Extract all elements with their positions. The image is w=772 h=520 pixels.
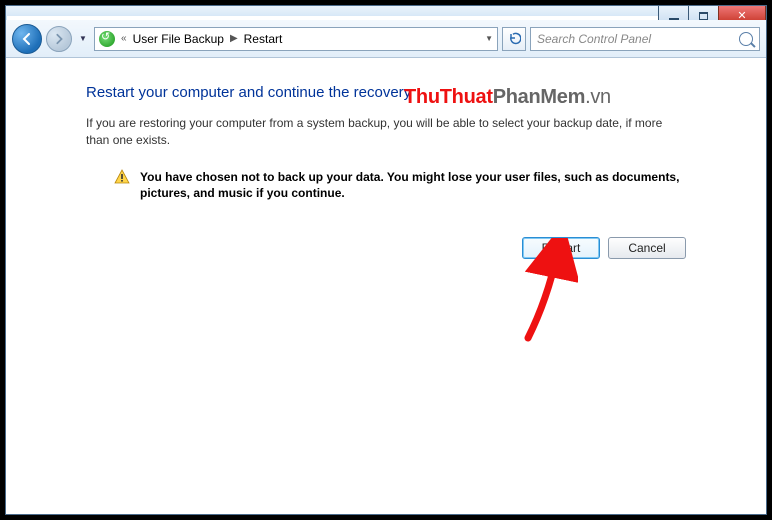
page-description: If you are restoring your computer from … bbox=[86, 115, 686, 149]
breadcrumb-item-2[interactable]: Restart bbox=[244, 32, 283, 46]
restart-button[interactable]: Restart bbox=[522, 237, 600, 259]
address-bar[interactable]: « User File Backup ▶ Restart ▼ bbox=[94, 27, 498, 51]
back-button[interactable] bbox=[12, 24, 42, 54]
refresh-icon bbox=[507, 32, 521, 46]
warning-block: You have chosen not to back up your data… bbox=[114, 169, 686, 201]
watermark-part-1: ThuThuat bbox=[404, 86, 493, 108]
navigation-bar: ▼ « User File Backup ▶ Restart ▼ Search … bbox=[6, 20, 766, 58]
nav-history-dropdown[interactable]: ▼ bbox=[76, 34, 90, 43]
search-placeholder: Search Control Panel bbox=[537, 32, 651, 46]
titlebar bbox=[6, 6, 766, 16]
watermark-part-3: Mem bbox=[540, 86, 585, 108]
watermark-part-4: .vn bbox=[585, 86, 611, 108]
cancel-button[interactable]: Cancel bbox=[608, 237, 686, 259]
arrow-left-icon bbox=[20, 32, 34, 46]
forward-button[interactable] bbox=[46, 26, 72, 52]
button-row: Restart Cancel bbox=[86, 237, 686, 259]
warning-text: You have chosen not to back up your data… bbox=[140, 169, 686, 201]
search-input[interactable]: Search Control Panel bbox=[530, 27, 760, 51]
breadcrumb-chevron: « bbox=[121, 33, 127, 44]
watermark-part-2: Phan bbox=[493, 86, 541, 108]
search-icon bbox=[739, 32, 753, 46]
address-dropdown-icon[interactable]: ▼ bbox=[485, 34, 493, 43]
warning-icon bbox=[114, 169, 130, 185]
refresh-button[interactable] bbox=[502, 27, 526, 51]
location-icon bbox=[99, 31, 115, 47]
breadcrumb-item-1[interactable]: User File Backup bbox=[133, 32, 224, 46]
breadcrumb-separator-icon: ▶ bbox=[230, 33, 238, 44]
content-pane: Restart your computer and continue the r… bbox=[6, 58, 766, 514]
arrow-right-icon bbox=[53, 33, 65, 45]
screenshot-frame: ✕ ▼ « User File Backup ▶ Restart ▼ bbox=[0, 0, 772, 520]
watermark: ThuThuatPhanMem.vn bbox=[404, 86, 611, 109]
window: ✕ ▼ « User File Backup ▶ Restart ▼ bbox=[5, 5, 767, 515]
